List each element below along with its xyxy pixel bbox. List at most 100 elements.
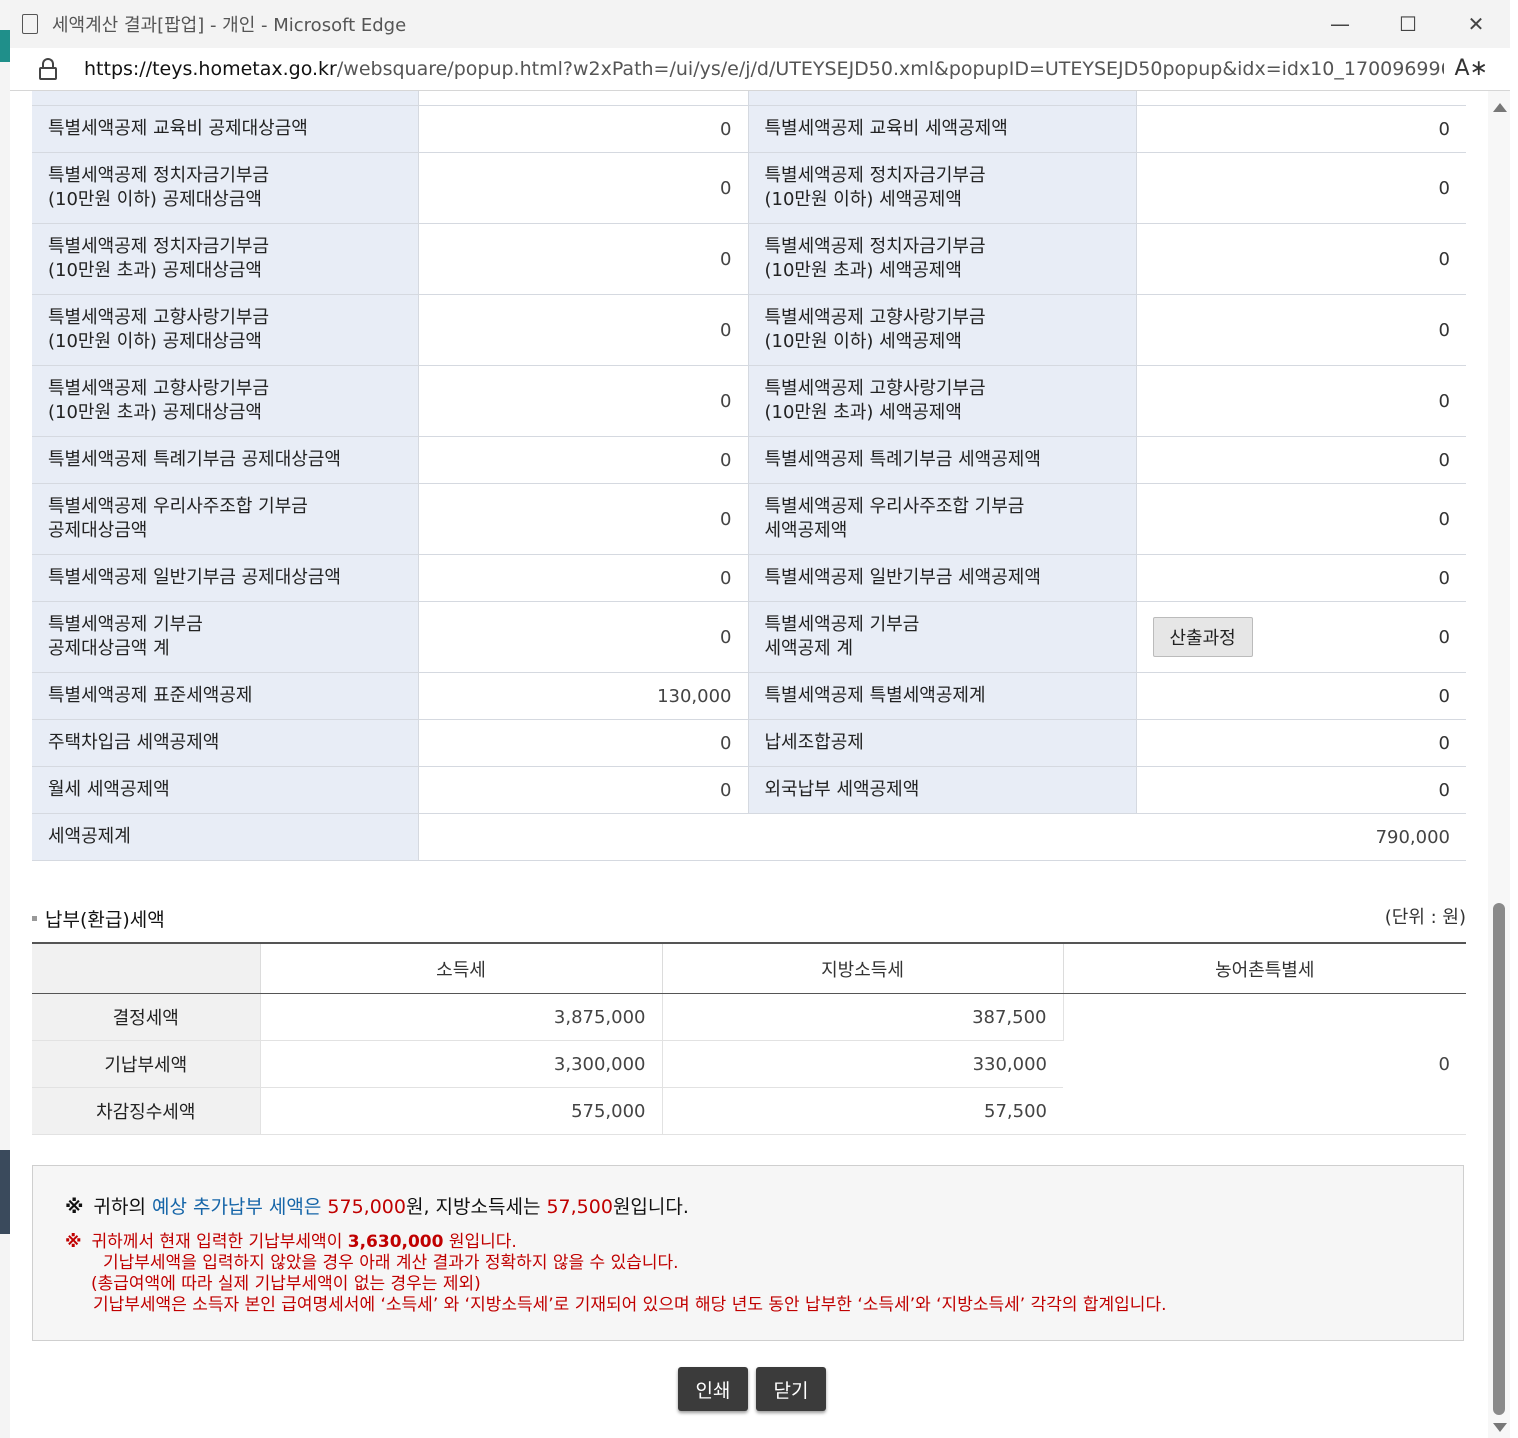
credit-amount: 0 — [1136, 483, 1466, 555]
calculation-process-button[interactable]: 산출과정 — [1152, 617, 1253, 657]
income-tax-value: 575,000 — [260, 1087, 663, 1135]
table-row: 특별세액공제 일반기부금 공제대상금액 0 특별세액공제 일반기부금 세액공제액 0 — [32, 554, 1466, 602]
row-value-cell — [1136, 91, 1466, 106]
total-value: 790,000 — [418, 813, 1466, 861]
deduction-amount: 0 — [418, 719, 749, 767]
table-row: 특별세액공제 표준세액공제 130,000 특별세액공제 특별세액공제계 0 — [32, 672, 1466, 720]
scrollbar[interactable] — [1488, 91, 1510, 1438]
url-host: https://teys.hometax.go.kr — [84, 58, 337, 80]
total-row: 세액공제계 790,000 — [32, 813, 1466, 861]
additional-tax-amount: 575,000 — [321, 1196, 406, 1218]
row-label-cell — [32, 91, 419, 106]
table-row-partial — [32, 91, 1466, 106]
warning-text: 기납부세액을 입력하지 않았을 경우 아래 계산 결과가 정확하지 않을 수 있… — [103, 1253, 679, 1273]
deduction-amount: 0 — [418, 365, 749, 437]
close-button[interactable]: 닫기 — [756, 1367, 826, 1411]
rural-tax-value: 0 — [1063, 993, 1466, 1135]
credit-label: 특별세액공제 교육비 세액공제액 — [748, 105, 1137, 153]
prepaid-amount: 3,630,000 — [347, 1232, 444, 1252]
minimize-icon[interactable]: — — [1306, 0, 1374, 48]
local-tax-value: 330,000 — [662, 1040, 1063, 1088]
credit-label: 납세조합공제 — [748, 719, 1137, 767]
credit-label: 특별세액공제 일반기부금 세액공제액 — [748, 554, 1137, 602]
warning-text: (총급여액에 따라 실제 기납부세액이 없는 경우는 제외) — [91, 1274, 481, 1294]
credit-label: 특별세액공제 우리사주조합 기부금 세액공제액 — [748, 483, 1137, 555]
warning-text: 귀하께서 현재 입력한 기납부세액이 — [91, 1232, 348, 1252]
deduction-amount: 0 — [418, 601, 749, 673]
deduction-amount: 130,000 — [418, 672, 749, 720]
local-tax-value: 387,500 — [662, 993, 1064, 1041]
deduction-label: 특별세액공제 정치자금기부금 (10만원 초과) 공제대상금액 — [32, 223, 419, 295]
payment-table: 소득세 지방소득세 농어촌특별세 결정세액 3,875,000 387,500 … — [32, 942, 1466, 1135]
deduction-label: 주택차입금 세액공제액 — [32, 719, 419, 767]
income-tax-value: 3,875,000 — [260, 993, 663, 1041]
close-icon[interactable]: ✕ — [1442, 0, 1510, 48]
deduction-label: 특별세액공제 고향사랑기부금 (10만원 초과) 공제대상금액 — [32, 365, 419, 437]
credit-amount: 0 — [1136, 436, 1466, 484]
local-tax-value: 57,500 — [662, 1087, 1063, 1135]
estimate-message: ※ 귀하의 예상 추가납부 세액은 575,000원, 지방소득세는 57,500… — [65, 1192, 689, 1219]
deduction-amount: 0 — [418, 152, 749, 224]
credit-label: 특별세액공제 정치자금기부금 (10만원 이하) 세액공제액 — [748, 152, 1137, 224]
header-blank — [32, 943, 261, 994]
deduction-table: 특별세액공제 교육비 공제대상금액 0 특별세액공제 교육비 세액공제액 0 특별세액공… — [32, 91, 1466, 861]
background-page-banner — [0, 30, 10, 62]
deduction-label: 특별세액공제 일반기부금 공제대상금액 — [32, 554, 419, 602]
table-row: 특별세액공제 우리사주조합 기부금 공제대상금액 0 특별세액공제 우리사주조합 기부… — [32, 483, 1466, 555]
credit-label: 특별세액공제 특례기부금 세액공제액 — [748, 436, 1137, 484]
deduction-amount: 0 — [418, 554, 749, 602]
credit-amount: 0 — [1136, 766, 1466, 814]
deduction-amount: 0 — [418, 766, 749, 814]
scroll-up-icon[interactable] — [1493, 103, 1507, 112]
lock-icon[interactable] — [38, 58, 58, 80]
print-button[interactable]: 인쇄 — [678, 1367, 748, 1411]
table-row: 특별세액공제 정치자금기부금 (10만원 초과) 공제대상금액 0 특별세액공제 정치… — [32, 223, 1466, 295]
row-value-cell — [418, 91, 749, 106]
credit-amount: 0 — [1136, 719, 1466, 767]
row-label: 차감징수세액 — [32, 1087, 261, 1135]
deduction-amount: 0 — [418, 223, 749, 295]
deduction-label: 특별세액공제 우리사주조합 기부금 공제대상금액 — [32, 483, 419, 555]
read-aloud-icon[interactable]: A∗ — [1455, 56, 1488, 81]
deduction-label: 특별세액공제 기부금 공제대상금액 계 — [32, 601, 419, 673]
row-label: 결정세액 — [32, 993, 261, 1041]
deduction-label: 월세 세액공제액 — [32, 766, 419, 814]
credit-amount: 0 산출과정 — [1136, 601, 1466, 673]
local-tax-amount: 57,500 — [546, 1196, 613, 1218]
row-label-cell — [748, 91, 1137, 106]
notice-box: ※ 귀하의 예상 추가납부 세액은 575,000원, 지방소득세는 57,500… — [32, 1165, 1464, 1341]
table-row: 특별세액공제 특례기부금 공제대상금액 0 특별세액공제 특례기부금 세액공제액 0 — [32, 436, 1466, 484]
total-label: 세액공제계 — [32, 813, 419, 861]
table-row: 특별세액공제 고향사랑기부금 (10만원 초과) 공제대상금액 0 특별세액공제 고향… — [32, 365, 1466, 437]
url-path: /websquare/popup.html?w2xPath=/ui/ys/e/j… — [336, 58, 1444, 80]
url-field[interactable]: https://teys.hometax.go.kr/websquare/pop… — [84, 58, 1444, 80]
deduction-label: 특별세액공제 교육비 공제대상금액 — [32, 105, 419, 153]
window-title: 세액계산 결과[팝업] - 개인 - Microsoft Edge — [52, 15, 407, 36]
credit-label: 특별세액공제 정치자금기부금 (10만원 초과) 세액공제액 — [748, 223, 1137, 295]
reference-mark: ※ — [65, 1196, 84, 1218]
deduction-amount: 0 — [418, 105, 749, 153]
deduction-amount: 0 — [418, 483, 749, 555]
warning-message: ※ 귀하께서 현재 입력한 기납부세액이 3,630,000 원입니다. 기납부세… — [65, 1232, 1167, 1316]
deduction-amount: 0 — [418, 294, 749, 366]
table-row: 특별세액공제 교육비 공제대상금액 0 특별세액공제 교육비 세액공제액 0 — [32, 105, 1466, 153]
header-local-tax: 지방소득세 — [662, 943, 1064, 994]
credit-amount: 0 — [1136, 672, 1466, 720]
deduction-label: 특별세액공제 정치자금기부금 (10만원 이하) 공제대상금액 — [32, 152, 419, 224]
maximize-icon[interactable]: ☐ — [1374, 0, 1442, 48]
deduction-label: 특별세액공제 표준세액공제 — [32, 672, 419, 720]
reference-mark: ※ — [65, 1232, 82, 1252]
deduction-label: 특별세액공제 고향사랑기부금 (10만원 이하) 공제대상금액 — [32, 294, 419, 366]
row-label: 기납부세액 — [32, 1040, 261, 1088]
scroll-down-icon[interactable] — [1493, 1423, 1507, 1432]
address-bar: https://teys.hometax.go.kr/websquare/pop… — [10, 48, 1510, 91]
credit-amount: 0 — [1136, 365, 1466, 437]
section-title-text: 납부(환급)세액 — [45, 909, 165, 931]
unit-label: (단위 : 원) — [1384, 907, 1466, 928]
header-rural-tax: 농어촌특별세 — [1063, 943, 1466, 994]
message-text: 귀하의 — [93, 1196, 152, 1218]
popup-content: 특별세액공제 교육비 공제대상금액 0 특별세액공제 교육비 세액공제액 0 특별세액공… — [10, 91, 1510, 1438]
deduction-label: 특별세액공제 특례기부금 공제대상금액 — [32, 436, 419, 484]
credit-label: 외국납부 세액공제액 — [748, 766, 1137, 814]
scrollbar-thumb[interactable] — [1493, 903, 1505, 1415]
